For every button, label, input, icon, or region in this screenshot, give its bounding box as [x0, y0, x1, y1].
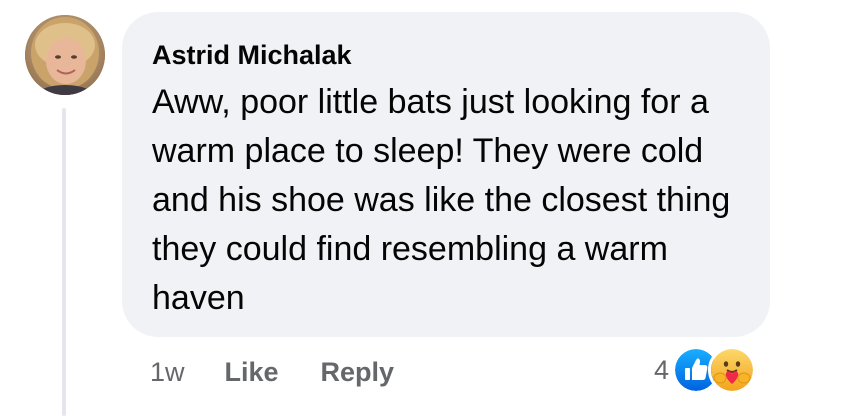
comment-text: Aww, poor little bats just looking for a…: [152, 83, 731, 317]
reply-button[interactable]: Reply: [321, 357, 395, 388]
comment-thread: Astrid Michalak Aww, poor little bats ju…: [0, 0, 866, 416]
comment-bubble: Astrid Michalak Aww, poor little bats ju…: [122, 12, 770, 337]
comment-actions: 1w Like Reply: [150, 352, 394, 392]
thread-line: [62, 108, 66, 416]
reaction-summary[interactable]: 4: [654, 346, 757, 394]
care-icon: [708, 346, 757, 394]
like-button[interactable]: Like: [225, 357, 279, 388]
comment-timestamp[interactable]: 1w: [150, 357, 185, 388]
avatar-photo: [25, 15, 105, 95]
comment-author[interactable]: Astrid Michalak: [152, 38, 740, 72]
avatar[interactable]: [25, 15, 105, 95]
reaction-count: 4: [654, 354, 670, 385]
